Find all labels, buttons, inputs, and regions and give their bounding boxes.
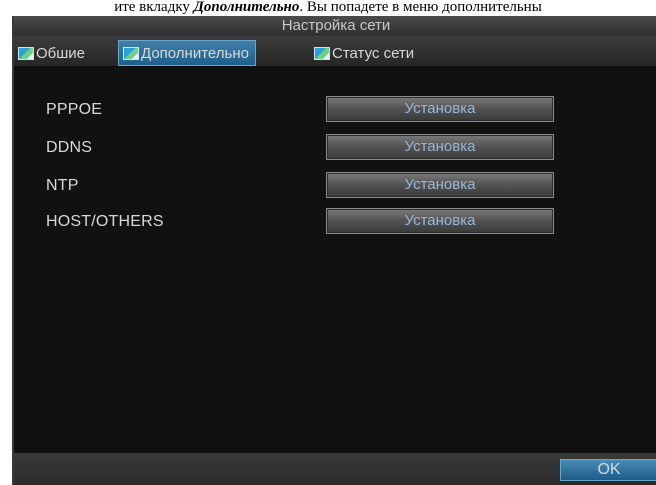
tab-general[interactable]: Обшие: [14, 40, 85, 66]
tab-general-label: Обшие: [36, 44, 86, 62]
ok-button[interactable]: OK: [560, 459, 656, 481]
setting-row-ntp: NTP Установка: [14, 172, 656, 202]
tab-advanced-label: Дополнительно: [141, 44, 249, 62]
caption-bold-text: Дополнительно: [193, 0, 300, 15]
ntp-setup-button[interactable]: Установка: [326, 172, 554, 198]
tab-bar: Обшие Дополнительно Статус сети: [14, 36, 656, 68]
network-settings-window: Настройка сети Обшие Дополнительно Стату…: [12, 16, 656, 485]
window-title: Настройка сети: [281, 17, 391, 34]
setting-label-ddns: DDNS: [46, 139, 93, 156]
image-icon: [123, 46, 139, 60]
tab-network-status-label: Статус сети: [332, 44, 415, 62]
image-icon: [18, 46, 34, 60]
ddns-setup-button[interactable]: Установка: [326, 134, 554, 160]
setting-label-pppoe: PPPOE: [46, 101, 103, 118]
caption-text-after: . Вы попадете в меню дополнительны: [299, 0, 542, 15]
settings-content: PPPOE Установка DDNS Установка NTP Устан…: [14, 68, 656, 451]
tab-network-status[interactable]: Статус сети: [310, 40, 414, 66]
host-others-setup-button[interactable]: Установка: [326, 208, 554, 234]
setting-label-ntp: NTP: [46, 177, 79, 194]
setting-label-host-others: HOST/OTHERS: [46, 213, 164, 230]
pppoe-setup-button[interactable]: Установка: [326, 96, 554, 122]
tab-advanced[interactable]: Дополнительно: [118, 40, 256, 66]
caption-text-before: ите вкладку: [114, 0, 194, 15]
document-caption: ите вкладку Дополнительно. Вы попадете в…: [0, 0, 656, 16]
setting-row-ddns: DDNS Установка: [14, 134, 656, 164]
setting-row-host-others: HOST/OTHERS Установка: [14, 208, 656, 238]
title-bar: Настройка сети: [14, 16, 656, 36]
bottom-bar: OK: [14, 453, 656, 485]
setting-row-pppoe: PPPOE Установка: [14, 96, 656, 126]
image-icon: [314, 46, 330, 60]
